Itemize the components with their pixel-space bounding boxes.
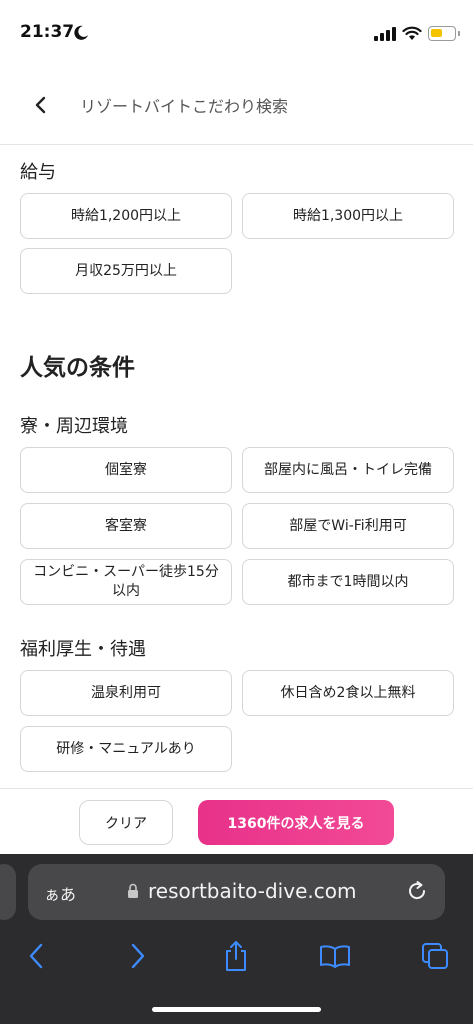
status-time: 21:37 <box>20 22 75 42</box>
back-button[interactable] <box>28 92 54 118</box>
dorm-option-bath-toilet[interactable]: 部屋内に風呂・トイレ完備 <box>242 447 454 493</box>
salary-option-monthly[interactable]: 月収25万円以上 <box>20 248 232 294</box>
page-header: リゾートバイトこだわり検索 <box>0 68 473 145</box>
dorm-option-private-room[interactable]: 個室寮 <box>20 447 232 493</box>
book-icon <box>320 945 350 968</box>
welfare-option-hot-spring[interactable]: 温泉利用可 <box>20 670 232 716</box>
dorm-heading: 寮・周辺環境 <box>20 416 128 437</box>
welfare-heading: 福利厚生・待遇 <box>20 639 146 660</box>
cellular-signal-icon <box>374 27 396 41</box>
salary-option-1300[interactable]: 時給1,300円以上 <box>242 193 454 239</box>
browser-back-button[interactable] <box>18 938 54 974</box>
dorm-option-convenience-store[interactable]: コンビニ・スーパー徒歩15分以内 <box>20 559 232 605</box>
dorm-option-wifi[interactable]: 部屋でWi-Fi利用可 <box>242 503 454 549</box>
url-text: resortbaito-dive.com <box>148 879 357 903</box>
chevron-left-icon <box>29 943 43 969</box>
welfare-option-training[interactable]: 研修・マニュアルあり <box>20 726 232 772</box>
welfare-option-free-meals[interactable]: 休日含め2食以上無料 <box>242 670 454 716</box>
clear-button[interactable]: クリア <box>79 800 173 845</box>
lock-icon <box>128 883 138 898</box>
address-bar[interactable]: ぁあ resortbaito-dive.com <box>28 864 445 920</box>
tabs-icon <box>422 943 448 969</box>
chevron-right-icon <box>131 943 145 969</box>
salary-option-1200[interactable]: 時給1,200円以上 <box>20 193 232 239</box>
filter-content: 給与 時給1,200円以上 時給1,300円以上 月収25万円以上 人気の条件 … <box>0 146 473 788</box>
wifi-icon <box>402 26 422 40</box>
browser-forward-button[interactable] <box>120 938 156 974</box>
dorm-option-city-access[interactable]: 都市まで1時間以内 <box>242 559 454 605</box>
moon-icon <box>74 25 88 40</box>
view-results-button[interactable]: 1360件の求人を見る <box>198 800 394 845</box>
action-footer: クリア 1360件の求人を見る <box>0 788 473 854</box>
status-bar: 21:37 <box>0 0 473 68</box>
tabs-button[interactable] <box>417 938 453 974</box>
battery-icon <box>428 26 460 41</box>
previous-tab-peek[interactable] <box>0 864 16 920</box>
reload-icon[interactable] <box>405 879 429 903</box>
share-button[interactable] <box>218 938 254 974</box>
chevron-left-icon <box>35 96 46 114</box>
dorm-option-guest-room[interactable]: 客室寮 <box>20 503 232 549</box>
page-title: リゾートバイトこだわり検索 <box>80 97 289 116</box>
reader-options-button[interactable]: ぁあ <box>44 881 76 905</box>
home-indicator <box>152 1007 321 1012</box>
popular-heading: 人気の条件 <box>20 355 135 381</box>
browser-toolbar: ぁあ resortbaito-dive.com <box>0 854 473 1024</box>
salary-heading: 給与 <box>20 162 56 183</box>
bookmarks-button[interactable] <box>317 938 353 974</box>
share-icon <box>226 941 246 971</box>
